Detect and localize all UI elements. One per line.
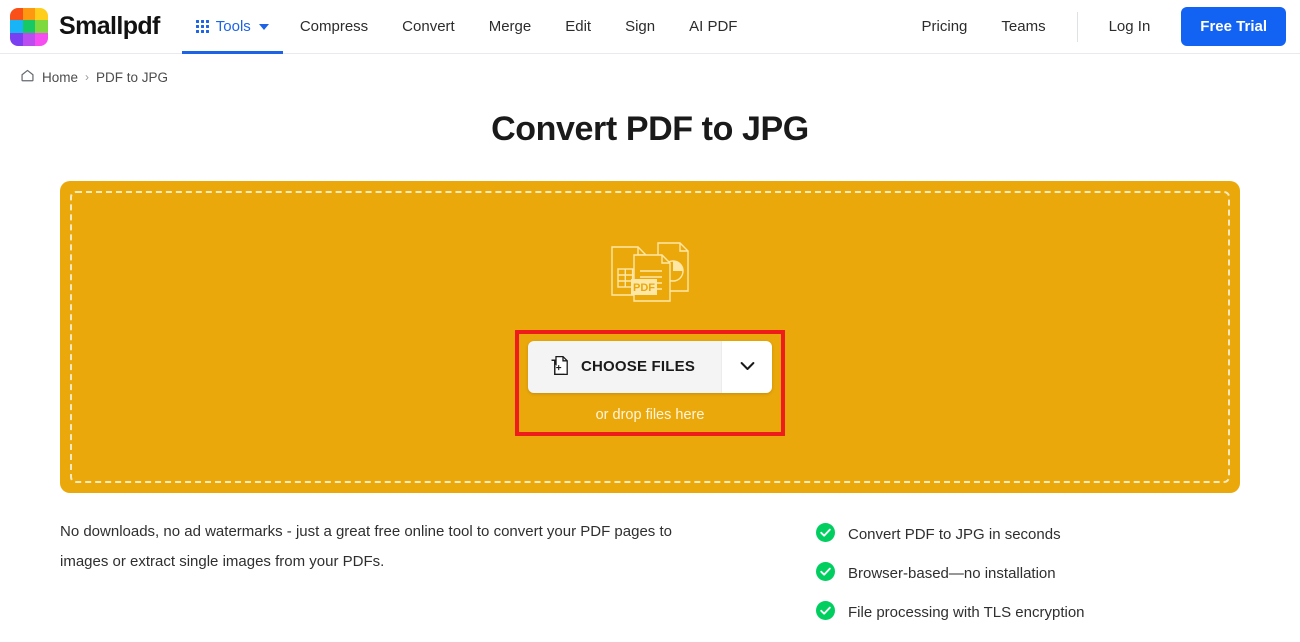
svg-text:PDF: PDF xyxy=(633,282,655,294)
nav-item-compress[interactable]: Compress xyxy=(283,0,385,54)
home-icon xyxy=(20,68,35,86)
brand-logo[interactable]: Smallpdf xyxy=(0,7,160,46)
feature-item: Convert PDF to JPG in seconds xyxy=(816,523,1085,546)
chevron-down-icon xyxy=(258,23,269,30)
pdf-documents-icon: PDF xyxy=(600,239,700,308)
check-circle-icon xyxy=(816,562,835,585)
nav-item-sign[interactable]: Sign xyxy=(608,0,672,54)
nav-item-ai-pdf[interactable]: AI PDF xyxy=(672,0,754,54)
nav-item-convert[interactable]: Convert xyxy=(385,0,472,54)
feature-label: File processing with TLS encryption xyxy=(848,604,1085,621)
smallpdf-logo-icon xyxy=(10,7,48,46)
dropzone-content: PDF CHOOSE FILES or drop files here xyxy=(514,239,786,436)
nav-item-teams[interactable]: Teams xyxy=(984,0,1062,54)
nav-item-tools[interactable]: Tools xyxy=(181,0,283,54)
file-add-icon xyxy=(550,355,569,379)
dropzone-wrapper: PDF CHOOSE FILES or drop files here xyxy=(0,181,1300,493)
tool-description: No downloads, no ad watermarks - just a … xyxy=(60,523,672,570)
login-button[interactable]: Log In xyxy=(1092,0,1168,54)
bottom-section: No downloads, no ad watermarks - just a … xyxy=(0,493,1300,624)
choose-files-button[interactable]: CHOOSE FILES xyxy=(527,340,722,393)
chevron-down-icon xyxy=(740,359,755,374)
secondary-nav: Pricing Teams Log In Free Trial xyxy=(905,0,1300,54)
feature-label: Browser-based—no installation xyxy=(848,565,1056,582)
check-circle-icon xyxy=(816,601,835,624)
file-dropzone[interactable]: PDF CHOOSE FILES or drop files here xyxy=(60,181,1240,493)
brand-name: Smallpdf xyxy=(59,12,160,40)
feature-label: Convert PDF to JPG in seconds xyxy=(848,526,1061,543)
nav-item-edit[interactable]: Edit xyxy=(548,0,608,54)
grid-dots-icon xyxy=(195,20,209,33)
nav-item-pricing[interactable]: Pricing xyxy=(905,0,985,54)
choose-files-dropdown-button[interactable] xyxy=(721,340,773,393)
breadcrumb: Home › PDF to JPG xyxy=(0,54,1300,86)
breadcrumb-current: PDF to JPG xyxy=(96,69,169,85)
feature-item: Browser-based—no installation xyxy=(816,562,1085,585)
drop-files-hint: or drop files here xyxy=(595,406,705,423)
check-circle-icon xyxy=(816,523,835,546)
breadcrumb-home-link[interactable]: Home xyxy=(42,70,78,85)
nav-tools-label: Tools xyxy=(215,17,251,35)
free-trial-button[interactable]: Free Trial xyxy=(1181,7,1286,46)
choose-files-control: CHOOSE FILES xyxy=(527,340,773,393)
page-title: Convert PDF to JPG xyxy=(491,110,809,148)
feature-list: Convert PDF to JPG in seconds Browser-ba… xyxy=(816,517,1085,624)
choose-files-label: CHOOSE FILES xyxy=(580,358,696,375)
choose-files-highlight: CHOOSE FILES or drop files here xyxy=(514,329,786,436)
site-header: Smallpdf Tools Compress Convert Merge Ed… xyxy=(0,0,1300,54)
active-tab-underline xyxy=(181,50,283,54)
breadcrumb-separator: › xyxy=(85,70,90,84)
feature-item: File processing with TLS encryption xyxy=(816,601,1085,624)
primary-nav: Tools Compress Convert Merge Edit Sign A… xyxy=(181,0,755,54)
nav-divider xyxy=(1076,11,1078,42)
nav-item-merge[interactable]: Merge xyxy=(472,0,549,54)
